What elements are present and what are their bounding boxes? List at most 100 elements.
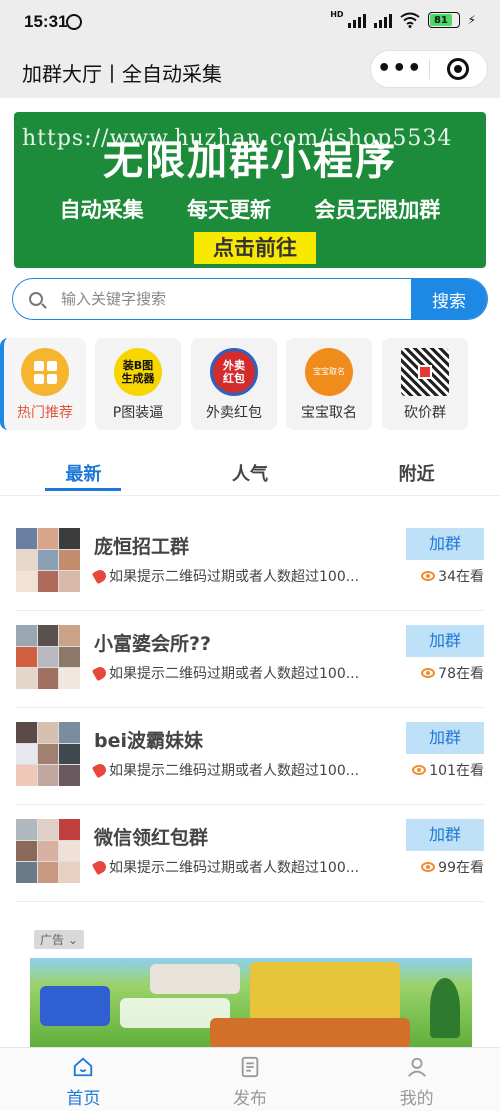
banner-watermark: https://www.huzhan.com/ishop5534 [22,126,453,151]
ad-decoration [150,964,240,994]
group-list: 庞恒招工群 如果提示二维码过期或者人数超过100... 加群 34在看 小富婆会… [0,514,500,902]
category-label: 外卖红包 [206,405,262,421]
promo-banner[interactable]: 无限加群小程序 https://www.huzhan.com/ishop5534… [14,112,486,268]
page-title: 加群大厅丨全自动采集 [22,62,222,86]
qr-code-icon [401,348,449,396]
publish-icon [241,1056,259,1078]
view-count: 101在看 [412,760,484,780]
tag-icon [91,664,109,682]
join-group-button[interactable]: 加群 [406,528,484,560]
category-photo[interactable]: 装B图生成器 P图装逼 [95,338,181,430]
list-item[interactable]: bei波霸妹妹 如果提示二维码过期或者人数超过100... 加群 101在看 [16,708,484,805]
ad-decoration [40,986,110,1026]
search-bar: 搜索 [12,278,488,320]
view-count: 78在看 [421,663,484,683]
category-bargain[interactable]: 砍价群 [382,338,468,430]
category-takeout[interactable]: 外卖红包 外卖红包 [191,338,277,430]
profile-icon [407,1057,426,1077]
nav-label: 我的 [399,1089,434,1109]
target-icon [447,58,470,80]
nav-publish[interactable]: 发布 [167,1048,334,1111]
bottom-nav: 首页 发布 我的 [0,1047,500,1111]
view-count: 34在看 [421,566,484,586]
ad-decoration [430,978,460,1038]
category-label: P图装逼 [112,405,164,421]
join-group-button[interactable]: 加群 [406,722,484,754]
category-row: 热门推荐 装B图生成器 P图装逼 外卖红包 外卖红包 宝宝取名 宝宝取名 砍价群 [0,338,500,432]
close-button[interactable] [429,58,487,80]
group-desc-text: 如果提示二维码过期或者人数超过100... [109,569,360,585]
group-name: 小富婆会所?? [94,633,212,655]
ad-label: 广告 [40,933,65,947]
join-group-button[interactable]: 加群 [406,625,484,657]
battery-level: 81 [429,14,453,26]
list-item[interactable]: 小富婆会所?? 如果提示二维码过期或者人数超过100... 加群 78在看 [16,611,484,708]
join-group-button[interactable]: 加群 [406,819,484,851]
banner-subtitles: 自动采集 每天更新 会员无限加群 [14,194,486,224]
group-desc: 如果提示二维码过期或者人数超过100... [91,857,360,877]
tab-nearby[interactable]: 附近 [333,452,500,495]
banner-subtitle: 会员无限加群 [314,198,441,222]
category-label: 宝宝取名 [301,405,357,421]
sort-tabs: 最新 人气 附近 [0,452,500,496]
nav-label: 首页 [66,1089,101,1109]
nav-profile[interactable]: 我的 [333,1048,500,1111]
eye-icon [421,668,436,678]
photo-generator-icon: 装B图生成器 [114,348,162,396]
category-hot[interactable]: 热门推荐 [0,338,86,430]
nav-bar: 加群大厅丨全自动采集 ••• [0,46,500,98]
group-desc: 如果提示二维码过期或者人数超过100... [91,566,360,586]
more-dots-icon[interactable]: ••• [371,58,429,80]
group-name: 微信领红包群 [94,827,209,849]
eye-icon [421,862,436,872]
group-desc-text: 如果提示二维码过期或者人数超过100... [109,860,360,876]
signal-icon-2 [373,12,392,28]
ad-badge[interactable]: 广告 ⌄ [34,930,84,949]
group-desc-text: 如果提示二维码过期或者人数超过100... [109,666,360,682]
category-baby-name[interactable]: 宝宝取名 宝宝取名 [286,338,372,430]
nav-home[interactable]: 首页 [0,1048,167,1111]
banner-cta-button[interactable]: 点击前往 [194,232,316,264]
ad-decoration [210,1018,410,1048]
view-count-text: 101在看 [429,763,484,779]
tag-icon [91,761,109,779]
charging-icon: ⚡ [467,13,476,27]
signal-icon [347,12,366,28]
view-count: 99在看 [421,857,484,877]
search-button[interactable]: 搜索 [411,279,487,319]
network-label: HD [330,9,344,19]
status-bar: 15:31 HD 81 ⚡ [0,0,500,46]
category-label: 砍价群 [404,405,446,421]
tab-latest[interactable]: 最新 [0,452,167,495]
banner-subtitle: 自动采集 [59,198,144,222]
group-avatar [16,528,80,592]
group-desc: 如果提示二维码过期或者人数超过100... [91,663,360,683]
baby-naming-icon: 宝宝取名 [305,348,353,396]
home-icon [74,1057,93,1077]
tag-icon [91,567,109,585]
eye-icon [412,765,427,775]
group-desc: 如果提示二维码过期或者人数超过100... [91,760,359,780]
view-count-text: 34在看 [438,569,484,585]
tab-popular[interactable]: 人气 [167,452,334,495]
mini-program-capsule: ••• [370,50,488,88]
view-count-text: 78在看 [438,666,484,682]
alarm-icon [66,14,82,30]
eye-icon [421,571,436,581]
banner-subtitle: 每天更新 [186,198,271,222]
group-name: 庞恒招工群 [94,536,190,558]
list-item[interactable]: 庞恒招工群 如果提示二维码过期或者人数超过100... 加群 34在看 [16,514,484,611]
ad-image[interactable] [30,958,472,1048]
list-item[interactable]: 微信领红包群 如果提示二维码过期或者人数超过100... 加群 99在看 [16,805,484,902]
tag-icon [91,858,109,876]
search-input[interactable] [61,290,411,308]
ad-decoration [250,962,400,1022]
battery-icon: 81 [427,12,460,28]
view-count-text: 99在看 [438,860,484,876]
group-avatar [16,819,80,883]
grid-icon [21,348,69,396]
status-icons: HD 81 ⚡ [330,9,476,28]
wifi-icon [399,12,420,28]
takeout-redpacket-icon: 外卖红包 [210,348,258,396]
category-label: 热门推荐 [17,405,73,421]
